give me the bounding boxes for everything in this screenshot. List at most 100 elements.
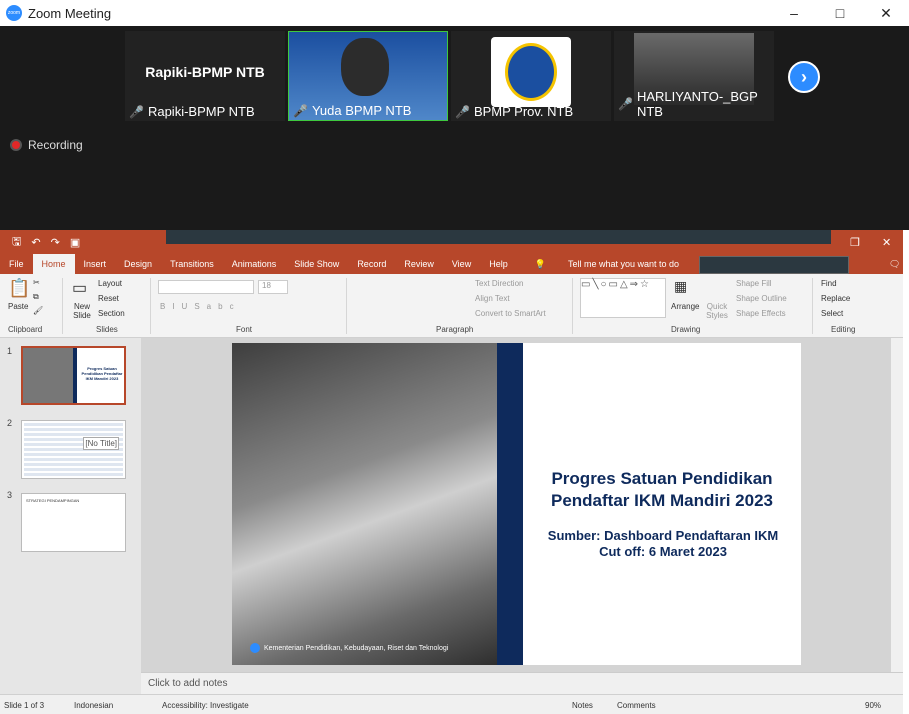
language[interactable]: Indonesian [74, 701, 113, 710]
shape-outline-button[interactable]: Shape Outline [736, 294, 787, 303]
home-ribbon: 📋 Paste ✂ ⧉ 🖌 Clipboard ▭ New Slide Layo… [0, 274, 903, 338]
arrange-button[interactable]: Arrange [671, 302, 699, 311]
participant-tile[interactable]: 🎤 Yuda BPMP NTB [288, 31, 448, 121]
powerpoint-window: 🖫 ↶ ↷ ▣ ❐ ✕ File Home Insert Design Tran… [0, 230, 903, 714]
shape-fill-button[interactable]: Shape Fill [736, 279, 772, 288]
muted-mic-icon: 🎤 [129, 104, 144, 119]
title-bar-obscured [166, 230, 831, 244]
thumbnail-number: 2 [7, 418, 13, 428]
share-area-obscured [699, 256, 849, 274]
slide-thumbnails-panel: 1 Progres Satuan Pendidikan Pendaftar IK… [0, 338, 141, 690]
shape-effects-button[interactable]: Shape Effects [736, 309, 786, 318]
close-button[interactable]: ✕ [863, 0, 909, 26]
zoom-logo-icon: zoom [6, 5, 22, 21]
undo-icon[interactable]: ↶ [31, 236, 40, 249]
tab-animations[interactable]: Animations [223, 254, 286, 274]
shapes-gallery[interactable]: ▭╲○▭△⇒☆ [580, 278, 666, 318]
maximize-button[interactable]: □ [817, 0, 863, 26]
background-window-edge [903, 230, 909, 714]
vertical-scrollbar[interactable] [891, 338, 903, 672]
tab-file[interactable]: File [0, 254, 33, 274]
no-title-label: [No Title] [83, 437, 119, 450]
participant-tile[interactable]: Rapiki-BPMP NTB 🎤 Rapiki-BPMP NTB [125, 31, 285, 121]
tab-home[interactable]: Home [32, 254, 75, 274]
accessibility-status[interactable]: Accessibility: Investigate [162, 701, 249, 710]
zoom-video-area: Rapiki-BPMP NTB 🎤 Rapiki-BPMP NTB 🎤 Yuda B… [0, 26, 909, 230]
tab-record[interactable]: Record [348, 254, 395, 274]
copy-icon[interactable]: ⧉ [33, 292, 39, 302]
replace-button[interactable]: Replace [821, 294, 850, 303]
notes-pane[interactable]: Click to add notes [141, 672, 903, 694]
tab-view[interactable]: View [443, 254, 480, 274]
notes-button[interactable]: Notes [572, 701, 593, 710]
zoom-level[interactable]: 90% [865, 701, 881, 710]
tab-insert[interactable]: Insert [75, 254, 116, 274]
thumbnail-text: Progres Satuan Pendidikan Pendaftar IKM … [81, 366, 123, 381]
arrange-icon[interactable]: ▦ [674, 278, 687, 295]
font-name-field[interactable] [158, 280, 254, 294]
ribbon-tabs: File Home Insert Design Transitions Anim… [0, 254, 903, 274]
tab-review[interactable]: Review [395, 254, 443, 274]
tab-slide-show[interactable]: Slide Show [285, 254, 348, 274]
paste-icon[interactable]: 📋 [8, 278, 30, 299]
thumbnail-text: STRATEGI PENDAMPINGAN [26, 498, 80, 503]
slides-label: Slides [96, 325, 118, 334]
participant-name: BPMP Prov. NTB [473, 104, 574, 119]
present-icon[interactable]: ▣ [70, 236, 80, 249]
reset-button[interactable]: Reset [98, 294, 119, 303]
close-icon[interactable]: ✕ [882, 236, 891, 249]
participant-tile[interactable]: 🎤 HARLIYANTO-_BGP NTB [614, 31, 774, 121]
new-slide-button[interactable]: New Slide [70, 302, 94, 320]
slide-subtitle[interactable]: Sumber: Dashboard Pendaftaran IKM Cut of… [528, 528, 798, 560]
section-button[interactable]: Section [98, 309, 125, 318]
zoom-title-bar: zoom Zoom Meeting – □ ✕ [0, 0, 909, 26]
redo-icon[interactable]: ↷ [51, 236, 60, 249]
participant-display-name: Rapiki-BPMP NTB [145, 64, 265, 80]
tell-me-text: Tell me what you want to do [567, 259, 679, 269]
ministry-logo-icon [250, 643, 260, 653]
slide-thumbnail-3[interactable]: STRATEGI PENDAMPINGAN [21, 493, 126, 552]
cut-icon[interactable]: ✂ [33, 278, 40, 287]
find-button[interactable]: Find [821, 279, 837, 288]
tab-help[interactable]: Help [480, 254, 517, 274]
chevron-right-icon[interactable]: › [788, 61, 820, 93]
slide-title[interactable]: Progres Satuan Pendidikan Pendaftar IKM … [532, 468, 792, 512]
slide-canvas[interactable]: Progres Satuan Pendidikan Pendaftar IKM … [232, 343, 801, 665]
convert-smartart-button[interactable]: Convert to SmartArt [475, 309, 546, 318]
participant-tile[interactable]: 🎤 BPMP Prov. NTB [451, 31, 611, 121]
subtitle-line-2: Cut off: 6 Maret 2023 [599, 544, 727, 559]
participant-name: Yuda BPMP NTB [311, 103, 412, 118]
comments-button[interactable]: Comments [617, 701, 656, 710]
tab-design[interactable]: Design [115, 254, 161, 274]
participant-video [341, 38, 389, 96]
status-bar: Slide 1 of 3 Indonesian Accessibility: I… [0, 694, 903, 714]
new-slide-icon[interactable]: ▭ [72, 278, 87, 298]
save-icon[interactable]: 🖫 [12, 233, 21, 252]
restore-icon[interactable]: ❐ [850, 236, 860, 249]
align-text-button[interactable]: Align Text [475, 294, 510, 303]
lightbulb-icon: 💡 [534, 259, 546, 269]
text-direction-button[interactable]: Text Direction [475, 279, 523, 288]
recording-indicator[interactable]: Recording [10, 138, 83, 152]
recording-label: Recording [28, 138, 83, 152]
muted-mic-icon: 🎤 [455, 104, 470, 119]
tell-me-search[interactable]: 💡 Tell me what you want to do [517, 254, 697, 274]
layout-button[interactable]: Layout [98, 279, 122, 288]
slide-thumbnail-1[interactable]: Progres Satuan Pendidikan Pendaftar IKM … [21, 346, 126, 405]
font-label: Font [236, 325, 253, 334]
font-size-field[interactable]: 18 [258, 280, 288, 294]
slide-thumbnail-2[interactable]: [No Title] [21, 420, 126, 479]
subtitle-line-1: Sumber: Dashboard Pendaftaran IKM [547, 528, 779, 543]
format-painter-icon[interactable]: 🖌 [33, 306, 43, 315]
paste-button[interactable]: Paste [8, 302, 28, 311]
tab-transitions[interactable]: Transitions [161, 254, 223, 274]
font-format-buttons[interactable]: BIUSabc [160, 302, 241, 311]
thumbnail-number: 3 [7, 490, 13, 500]
footer-text: Kementerian Pendidikan, Kebudayaan, Rise… [264, 644, 449, 652]
record-icon [10, 139, 22, 151]
minimize-button[interactable]: – [771, 0, 817, 26]
quick-styles-button[interactable]: Quick Styles [702, 302, 732, 320]
muted-mic-icon: 🎤 [618, 97, 633, 111]
quick-access-toolbar: 🖫 ↶ ↷ ▣ ❐ ✕ [0, 230, 903, 254]
select-button[interactable]: Select [821, 309, 843, 318]
